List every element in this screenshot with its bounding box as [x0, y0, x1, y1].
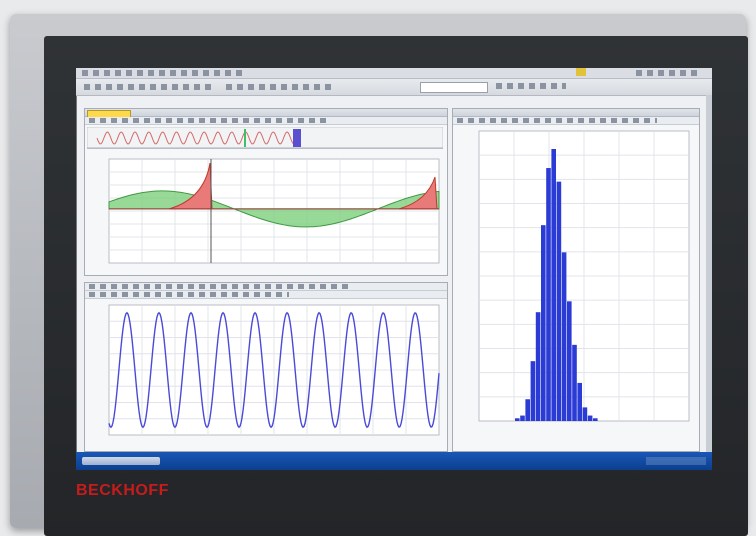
toolbar [76, 79, 712, 96]
pane-toolbar [85, 117, 447, 125]
menu-bar [76, 68, 712, 79]
histogram-bar [561, 252, 567, 421]
histogram-plot [478, 130, 690, 422]
histogram-bar [593, 418, 598, 421]
histogram-bar [587, 415, 593, 421]
menu-items[interactable] [82, 70, 242, 76]
pane-toolbar-icons[interactable] [457, 118, 657, 123]
histogram-bar [520, 415, 525, 421]
histogram-bar [525, 399, 530, 421]
pane-toolbar-icons[interactable] [89, 118, 329, 123]
search-field[interactable] [420, 82, 488, 93]
histogram-bar [556, 181, 562, 421]
selection-handle [293, 129, 301, 147]
pane-header [85, 109, 447, 118]
histogram-bar [582, 407, 588, 421]
histogram-bar [515, 418, 520, 421]
taskbar [76, 452, 712, 470]
sine-plot [108, 304, 440, 436]
toolbar-icons-3[interactable] [496, 83, 566, 89]
band-plot [108, 158, 440, 264]
scope-pane-top [84, 108, 448, 276]
pane-toolbar [453, 117, 699, 125]
histogram-pane [452, 108, 700, 452]
timeline-overview[interactable] [87, 127, 443, 149]
histogram-bar [572, 344, 577, 421]
toolbar-icons-2[interactable] [226, 84, 336, 90]
side-scrollbar[interactable] [706, 95, 712, 452]
pane-header [453, 109, 699, 117]
histogram-bar [577, 382, 582, 421]
scope-pane-bottom [84, 282, 448, 452]
histogram-bar [530, 361, 536, 421]
pane-toolbar-2 [85, 291, 447, 299]
pane-toolbar [85, 283, 447, 291]
status-flag-icon [576, 68, 586, 76]
histogram-bar [541, 225, 546, 421]
histogram-bar [546, 168, 551, 421]
pane-toolbar-icons[interactable] [89, 284, 349, 289]
toolbar-icons[interactable] [84, 84, 214, 90]
system-tray [646, 457, 706, 465]
screen [76, 68, 712, 470]
start-button[interactable] [82, 457, 160, 465]
brand-logo: BECKHOFF [76, 482, 169, 499]
product-photo: BECKHOFF [0, 0, 756, 536]
histogram-bar [551, 149, 556, 421]
timeline-bg [87, 127, 443, 149]
histogram-bar [567, 301, 572, 421]
pane-toolbar-icons-2[interactable] [89, 292, 289, 297]
window-controls[interactable] [636, 70, 702, 76]
histogram-bar [535, 312, 541, 421]
